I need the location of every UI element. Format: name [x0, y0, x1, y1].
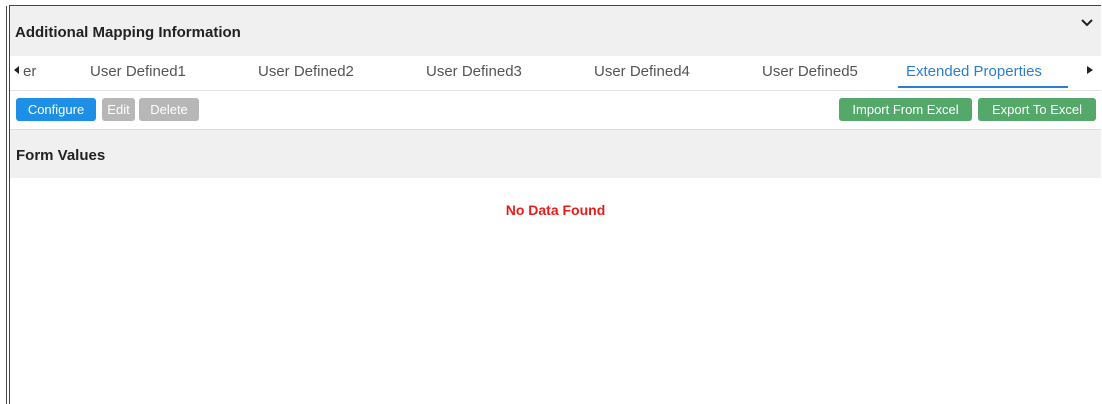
caret-right-icon[interactable]: [1087, 66, 1099, 84]
tab-bar: er User Defined1 User Defined2 User Defi…: [10, 56, 1101, 91]
additional-mapping-panel: Additional Mapping Information er User D…: [9, 5, 1101, 404]
form-values-header: [10, 130, 1101, 178]
tab-extended-properties[interactable]: Extended Properties: [906, 63, 1042, 80]
edit-button[interactable]: Edit: [102, 98, 135, 121]
empty-state-message: No Data Found: [505, 202, 606, 218]
tab-partial-hidden[interactable]: er: [23, 63, 36, 80]
tab-user-defined-1[interactable]: User Defined1: [90, 63, 186, 80]
import-from-excel-button[interactable]: Import From Excel: [839, 98, 972, 121]
configure-button[interactable]: Configure: [16, 98, 96, 121]
tab-user-defined-4[interactable]: User Defined4: [594, 63, 690, 80]
panel-outer-border: [6, 6, 7, 404]
export-to-excel-button[interactable]: Export To Excel: [978, 98, 1096, 121]
tab-user-defined-5[interactable]: User Defined5: [762, 63, 858, 80]
delete-button[interactable]: Delete: [139, 98, 199, 121]
tab-user-defined-3[interactable]: User Defined3: [426, 63, 522, 80]
tab-user-defined-2[interactable]: User Defined2: [258, 63, 354, 80]
panel-header[interactable]: Additional Mapping Information: [10, 6, 1101, 56]
active-tab-indicator: [898, 86, 1068, 88]
panel-title: Additional Mapping Information: [15, 24, 241, 41]
section-title: Form Values: [16, 147, 106, 164]
chevron-down-icon[interactable]: [1081, 16, 1093, 30]
